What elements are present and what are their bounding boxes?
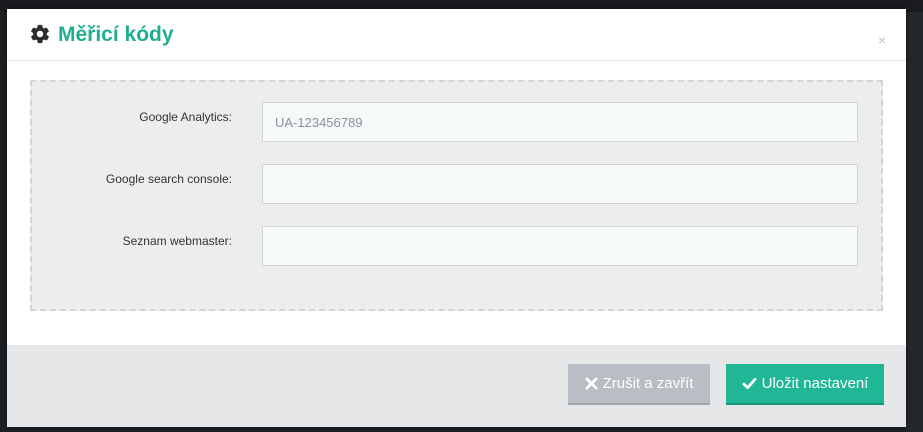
google-search-console-label: Google search console: [105,172,232,186]
cancel-button-label: Zrušit a zavřít [602,375,694,392]
seznam-webmaster-label: Seznam webmaster: [122,234,232,248]
modal-header: Měřicí kódy × [7,9,906,61]
cancel-button[interactable]: Zrušit a zavřít [568,364,710,405]
checkmark-icon [742,377,757,390]
gear-icon [29,23,51,45]
close-icon [585,377,598,390]
save-button-label: Uložit nastavení [761,375,869,392]
google-analytics-label: Google Analytics: [139,110,232,124]
modal-title: Měřicí kódy [58,23,174,46]
measurement-codes-modal: Měřicí kódy × Google Analytics: Google s… [7,9,906,427]
google-analytics-input[interactable] [262,102,858,142]
backdrop-right [906,12,923,432]
form-panel: Google Analytics: Google search console:… [30,80,883,311]
google-search-console-input[interactable] [262,164,858,204]
save-button[interactable]: Uložit nastavení [726,364,884,405]
modal-footer: Zrušit a zavřít Uložit nastavení [7,345,906,427]
close-icon[interactable]: × [878,33,886,47]
seznam-webmaster-input[interactable] [262,226,858,266]
